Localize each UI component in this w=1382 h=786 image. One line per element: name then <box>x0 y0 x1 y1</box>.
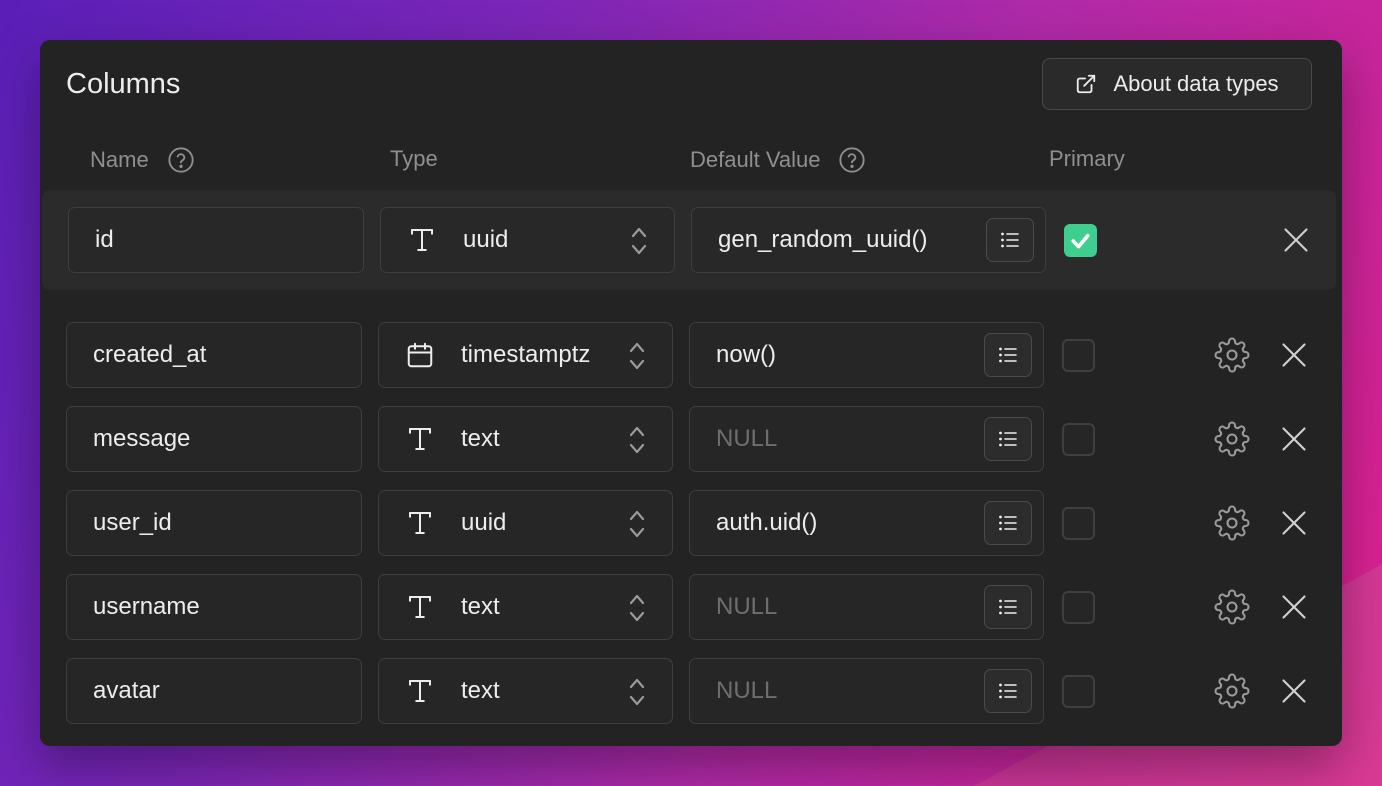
text-type-icon <box>405 676 461 706</box>
column-row: message text NULL <box>40 406 1342 490</box>
column-type-value: uuid <box>461 509 507 536</box>
column-row: id uuid gen_random_uuid() <box>42 190 1336 290</box>
suggestions-list-button[interactable] <box>984 669 1032 713</box>
header-name-label: Name <box>90 147 149 172</box>
column-row: avatar text NULL <box>40 658 1342 742</box>
calendar-icon <box>405 340 461 370</box>
suggestions-list-button[interactable] <box>984 333 1032 377</box>
column-type-select[interactable]: text <box>378 574 673 640</box>
header-type-label: Type <box>390 146 438 171</box>
close-icon[interactable] <box>1280 425 1308 453</box>
gear-icon[interactable] <box>1214 673 1250 709</box>
column-name-input[interactable]: created_at <box>66 322 362 388</box>
column-row: created_at timestamptz now() <box>40 322 1342 406</box>
text-type-icon <box>405 424 461 454</box>
column-name-value: created_at <box>93 341 207 368</box>
column-type-select[interactable]: text <box>378 658 673 724</box>
text-type-icon <box>405 592 461 622</box>
column-row: user_id uuid auth.uid() <box>40 490 1342 574</box>
primary-key-checkbox[interactable] <box>1062 339 1095 372</box>
column-type-value: text <box>461 593 500 620</box>
default-value-input[interactable]: gen_random_uuid() <box>691 207 1046 273</box>
list-icon <box>996 595 1020 619</box>
column-name-input[interactable]: username <box>66 574 362 640</box>
list-icon <box>996 511 1020 535</box>
default-value-input[interactable]: NULL <box>689 658 1044 724</box>
suggestions-list-button[interactable] <box>984 501 1032 545</box>
panel-title: Columns <box>66 68 181 100</box>
close-icon[interactable] <box>1282 226 1310 254</box>
default-value-text: auth.uid() <box>716 509 818 536</box>
text-type-icon <box>405 508 461 538</box>
primary-key-checkbox[interactable] <box>1062 675 1095 708</box>
default-value-text: now() <box>716 341 777 368</box>
column-type-value: text <box>461 677 500 704</box>
list-icon <box>998 228 1022 252</box>
suggestions-list-button[interactable] <box>986 218 1034 262</box>
primary-key-checkbox[interactable] <box>1062 423 1095 456</box>
header-primary-label: Primary <box>1049 146 1125 171</box>
text-type-icon <box>407 225 463 255</box>
column-type-select[interactable]: uuid <box>378 490 673 556</box>
header-default-value: Default Value <box>690 146 866 174</box>
columns-panel: Columns About data types Name Type Defau… <box>40 40 1342 746</box>
column-name-input[interactable]: message <box>66 406 362 472</box>
header-primary: Primary <box>1049 146 1125 172</box>
primary-key-checkbox[interactable] <box>1062 507 1095 540</box>
default-value-input[interactable]: NULL <box>689 406 1044 472</box>
column-type-value: uuid <box>463 226 509 253</box>
default-value-text: gen_random_uuid() <box>718 226 928 253</box>
column-type-select[interactable]: text <box>378 406 673 472</box>
gear-icon[interactable] <box>1214 421 1250 457</box>
column-name-value: user_id <box>93 509 172 536</box>
help-circle-icon[interactable] <box>838 146 866 174</box>
default-value-text: NULL <box>716 425 778 452</box>
column-row: username text NULL <box>40 574 1342 658</box>
primary-key-checkbox[interactable] <box>1062 591 1095 624</box>
gear-icon[interactable] <box>1214 589 1250 625</box>
primary-key-checkbox[interactable] <box>1064 224 1097 257</box>
close-icon[interactable] <box>1280 341 1308 369</box>
column-name-value: avatar <box>93 677 160 704</box>
header-name: Name <box>90 146 195 174</box>
header-default-value-label: Default Value <box>690 147 821 172</box>
column-type-value: text <box>461 425 500 452</box>
list-icon <box>996 343 1020 367</box>
close-icon[interactable] <box>1280 593 1308 621</box>
external-link-icon <box>1077 74 1096 94</box>
gear-icon[interactable] <box>1214 337 1250 373</box>
column-type-select[interactable]: uuid <box>380 207 675 273</box>
column-name-value: id <box>95 226 114 253</box>
header-type: Type <box>390 146 438 172</box>
default-value-text: NULL <box>716 593 778 620</box>
gear-icon[interactable] <box>1214 505 1250 541</box>
column-type-select[interactable]: timestamptz <box>378 322 673 388</box>
default-value-input[interactable]: now() <box>689 322 1044 388</box>
default-value-input[interactable]: auth.uid() <box>689 490 1044 556</box>
close-icon[interactable] <box>1280 677 1308 705</box>
column-type-value: timestamptz <box>461 341 591 368</box>
default-value-input[interactable]: NULL <box>689 574 1044 640</box>
close-icon[interactable] <box>1280 509 1308 537</box>
suggestions-list-button[interactable] <box>984 417 1032 461</box>
about-data-types-button[interactable]: About data types <box>1042 58 1312 110</box>
column-name-input[interactable]: id <box>68 207 364 273</box>
suggestions-list-button[interactable] <box>984 585 1032 629</box>
column-name-value: username <box>93 593 200 620</box>
column-name-value: message <box>93 425 191 452</box>
help-circle-icon[interactable] <box>167 146 195 174</box>
column-name-input[interactable]: avatar <box>66 658 362 724</box>
list-icon <box>996 679 1020 703</box>
column-name-input[interactable]: user_id <box>66 490 362 556</box>
default-value-text: NULL <box>716 677 778 704</box>
list-icon <box>996 427 1020 451</box>
about-data-types-label: About data types <box>1113 71 1279 96</box>
